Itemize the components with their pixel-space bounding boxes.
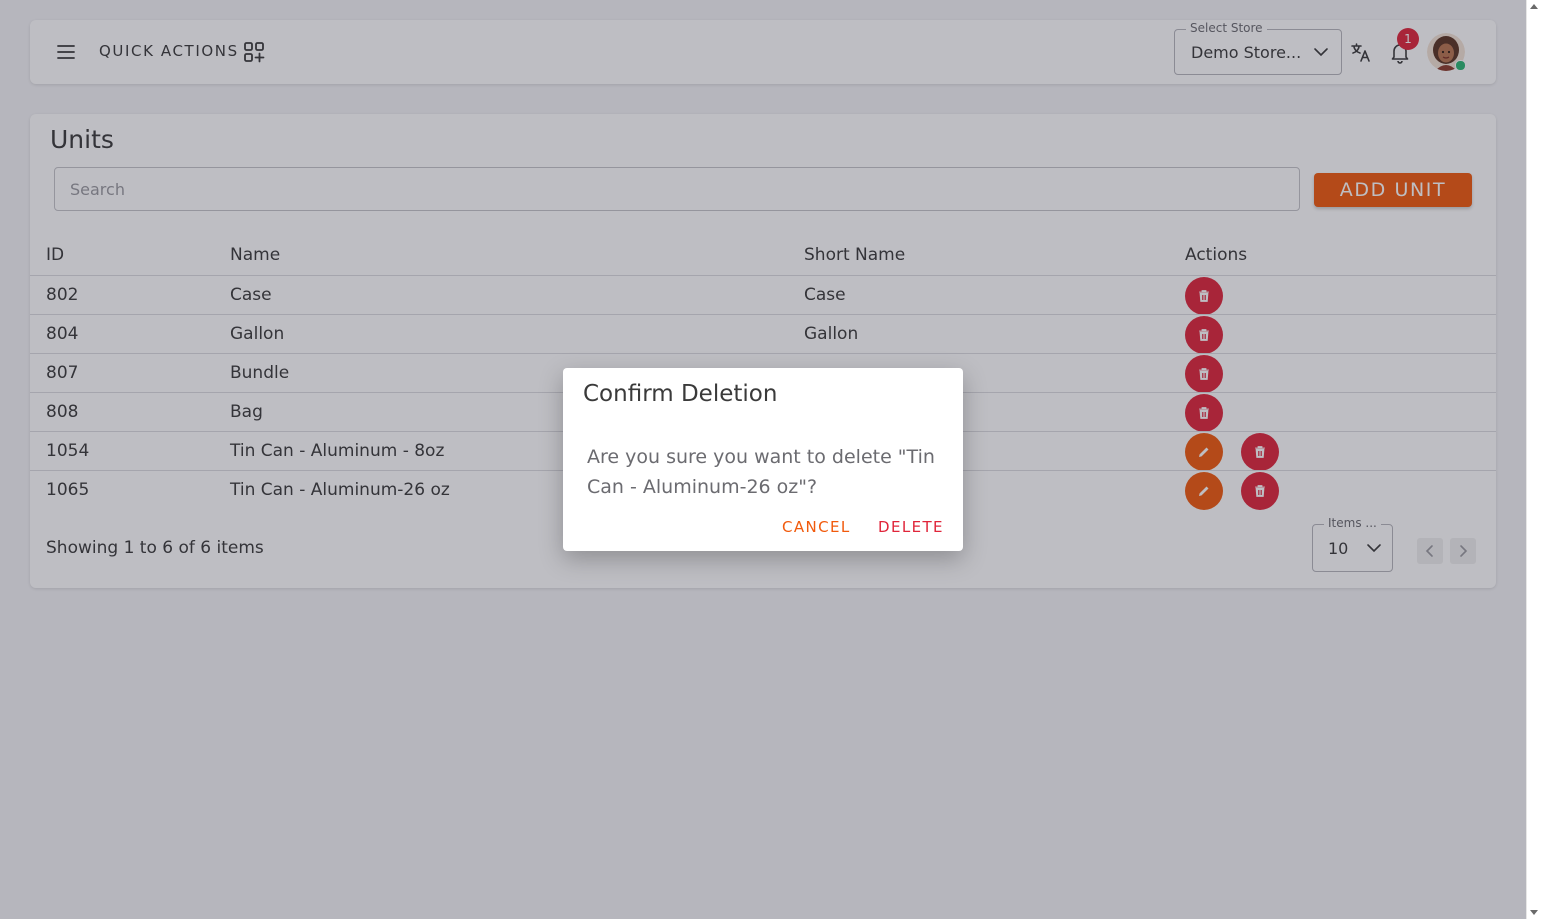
delete-button[interactable]: DELETE	[878, 518, 944, 536]
dialog-message: Are you sure you want to delete "Tin Can…	[587, 446, 935, 498]
scroll-up-arrow-icon[interactable]	[1530, 4, 1538, 9]
confirm-deletion-dialog: Confirm Deletion Are you sure you want t…	[563, 368, 963, 551]
page-scrollbar[interactable]	[1526, 0, 1541, 919]
cancel-button[interactable]: CANCEL	[782, 518, 851, 536]
dialog-title: Confirm Deletion	[583, 381, 778, 407]
scroll-down-arrow-icon[interactable]	[1530, 910, 1538, 915]
